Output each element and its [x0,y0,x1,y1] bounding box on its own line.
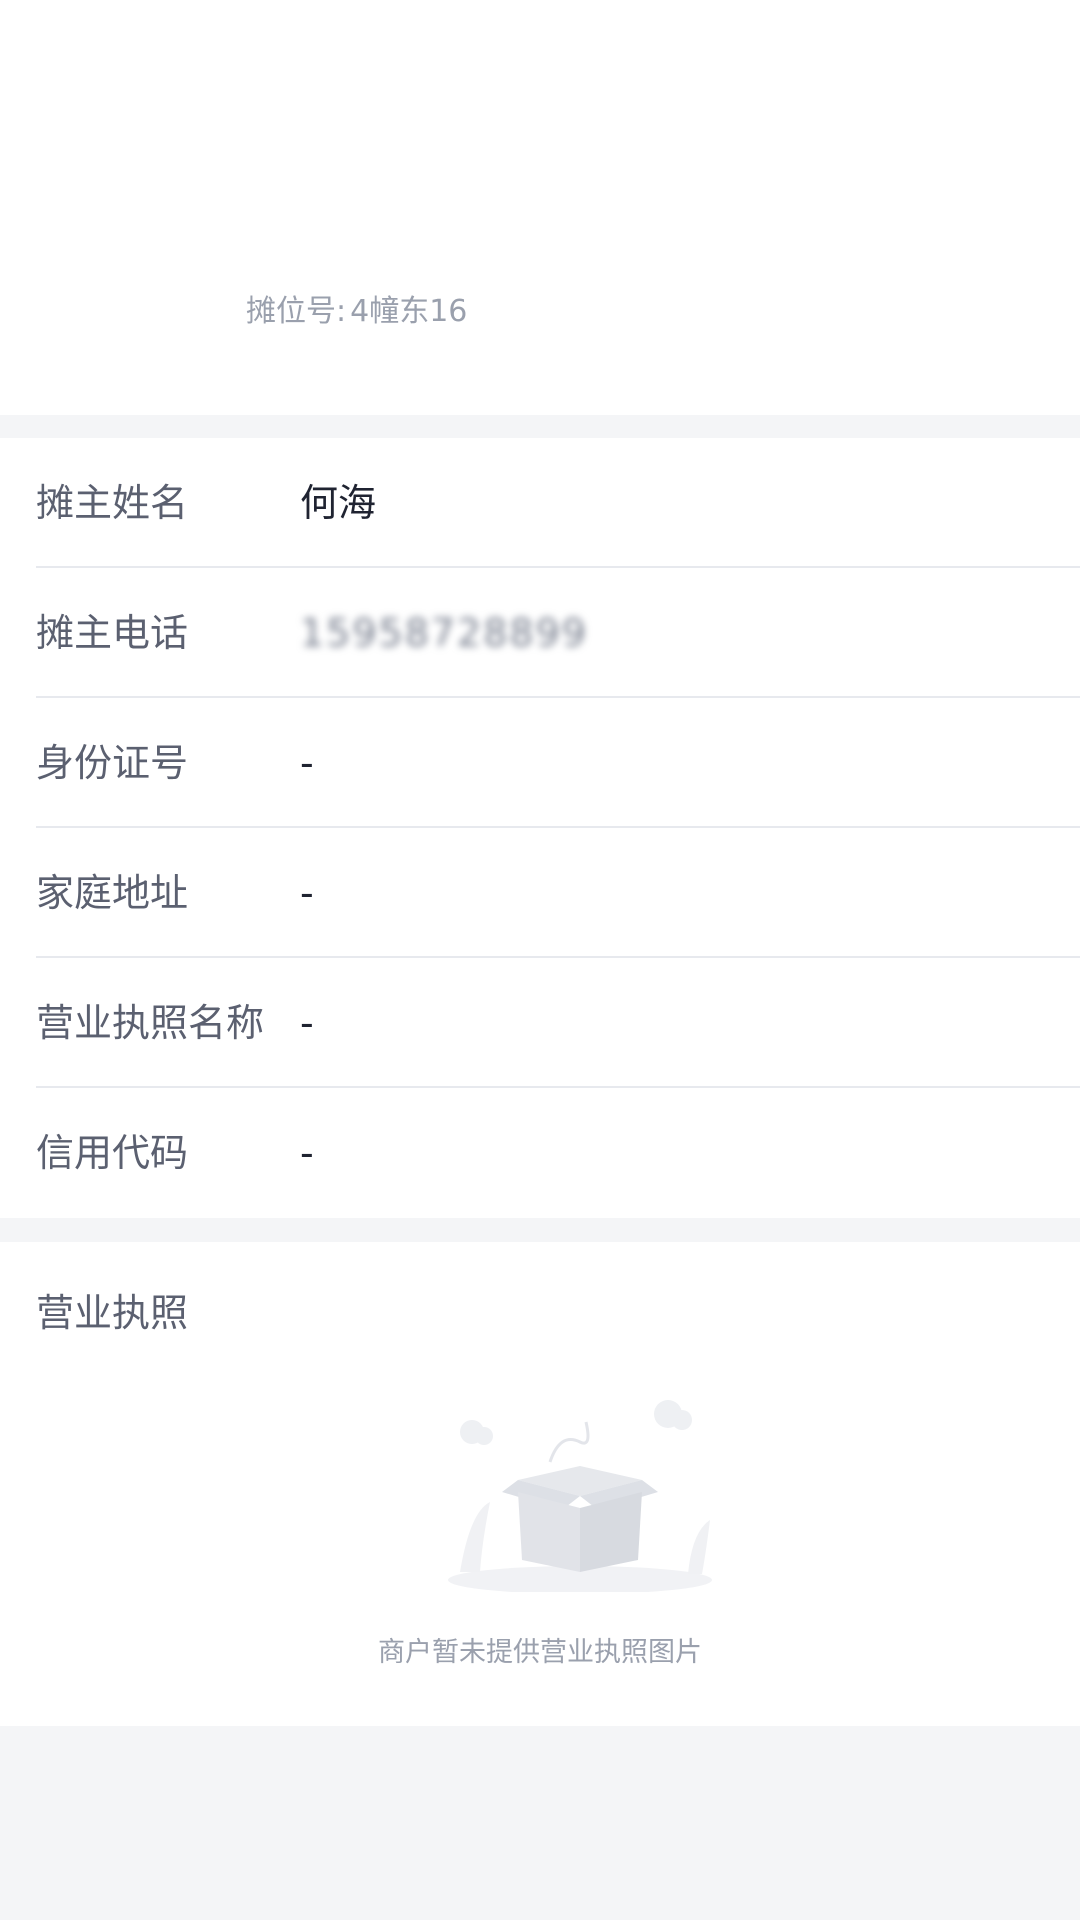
credit-code-label: 信用代码 [36,1131,189,1175]
stall-number-label: 摊位号: [246,294,347,329]
home-address-value: - [300,871,314,915]
stall-number: 摊位号: 4幢东16 [246,286,467,330]
credit-code-value: - [300,1131,314,1175]
stall-header-card: 摊位号: 4幢东16 [0,0,1080,415]
info-row-id-number: 身份证号 - [0,698,1080,828]
license-name-label: 营业执照名称 [36,1001,265,1045]
info-row-license-name: 营业执照名称 - [0,958,1080,1088]
info-row-home-address: 家庭地址 - [0,828,1080,958]
owner-phone-label: 摊主电话 [36,611,189,655]
stall-number-value: 4幢东16 [350,294,468,329]
id-number-value: - [300,741,314,785]
owner-name-label: 摊主姓名 [36,481,189,525]
page: 摊位号: 4幢东16 摊主姓名 何海 摊主电话 15958728899 身份证号 … [0,0,1080,1920]
business-license-title: 营业执照 [36,1291,189,1335]
info-row-owner-phone: 摊主电话 15958728899 [0,568,1080,698]
info-row-owner-name: 摊主姓名 何海 [0,438,1080,568]
license-name-value: - [300,1001,314,1045]
business-license-card: 营业执照 商户暂未提供营业执照图片 [0,1242,1080,1726]
empty-box-icon [448,1400,712,1592]
id-number-label: 身份证号 [36,741,189,785]
home-address-label: 家庭地址 [36,871,189,915]
owner-name-value: 何海 [300,481,377,525]
empty-license-message: 商户暂未提供营业执照图片 [378,1637,702,1668]
owner-info-card: 摊主姓名 何海 摊主电话 15958728899 身份证号 - 家庭地址 - 营… [0,438,1080,1218]
owner-phone-value[interactable]: 15958728899 [300,568,588,698]
info-row-credit-code: 信用代码 - [0,1088,1080,1218]
